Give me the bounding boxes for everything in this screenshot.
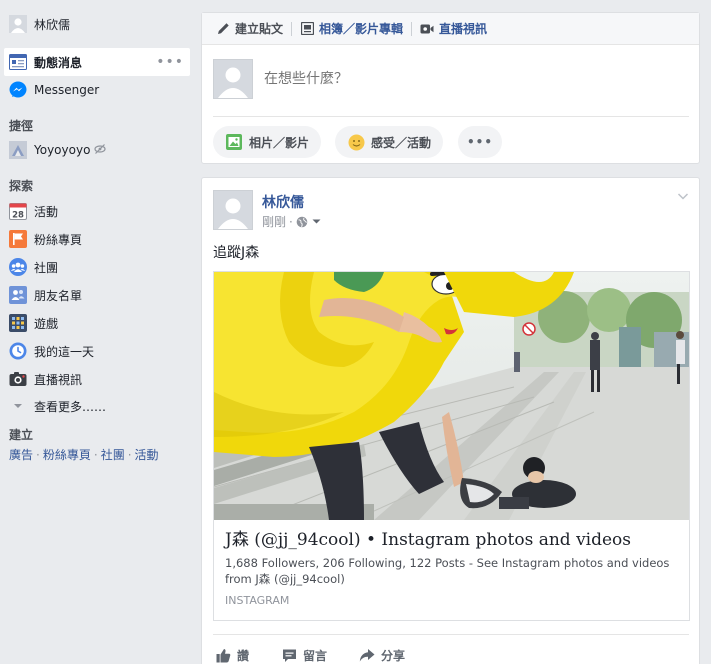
live-video-icon — [8, 369, 28, 389]
shortcut-yoyoyoyo[interactable]: Yoyoyoyo — [4, 136, 190, 164]
action-label: 分享 — [381, 648, 406, 663]
page-icon — [8, 140, 28, 160]
groups-icon — [8, 257, 28, 277]
privacy-caret-icon[interactable] — [312, 215, 321, 229]
sidebar-item-label: Messenger — [34, 83, 100, 97]
create-group-link[interactable]: 社團 — [101, 448, 125, 462]
link-description: 1,688 Followers, 206 Following, 122 Post… — [225, 556, 670, 586]
sidebar-item-label: 遊戲 — [34, 316, 59, 331]
chevron-down-icon[interactable] — [677, 190, 689, 202]
see-more-link[interactable]: 查看更多…… — [4, 392, 190, 420]
action-label: 留言 — [303, 648, 328, 663]
like-button[interactable]: 讚 — [213, 647, 249, 664]
avatar — [8, 14, 28, 34]
tab-create-post[interactable]: 建立貼文 — [210, 13, 289, 45]
flag-icon — [8, 229, 28, 249]
pill-label: 感受／活動 — [371, 135, 432, 150]
explore-header: 探索 — [9, 179, 34, 193]
create-header: 建立 — [9, 428, 34, 442]
post-author-name[interactable]: 林欣儒 — [262, 192, 304, 212]
link-preview-body[interactable]: J森 (@jj_94cool) • Instagram photos and v… — [214, 520, 689, 620]
post-actions: 讚 留言 分享 — [213, 640, 689, 664]
sidebar-item-label: 動態消息 — [34, 55, 83, 70]
status-input[interactable] — [264, 67, 684, 91]
album-icon — [300, 22, 314, 36]
sidebar-item-label: 粉絲專頁 — [34, 232, 83, 247]
post-composer: 建立貼文 相簿／影片專輯 直播視訊 在想些什麼？ 相片／影片 感受／活動 ••• — [201, 12, 700, 164]
memories-icon — [8, 341, 28, 361]
sidebar-item-games[interactable]: 遊戲 — [4, 309, 190, 337]
chevron-down-icon — [8, 396, 28, 416]
tab-label: 直播視訊 — [439, 22, 488, 36]
sidebar-item-label: 朋友名單 — [34, 288, 83, 303]
messenger-icon — [8, 80, 28, 100]
comment-button[interactable]: 留言 — [279, 647, 327, 664]
see-more-label: 查看更多…… — [34, 399, 107, 414]
create-page-link[interactable]: 粉絲專頁 — [43, 448, 91, 462]
sidebar-item-live-video[interactable]: 直播視訊 — [4, 365, 190, 393]
post-timestamp[interactable]: 剛剛 — [262, 213, 286, 230]
sidebar-item-pages[interactable]: 粉絲專頁 — [4, 225, 190, 253]
tab-label: 相簿／影片專輯 — [319, 22, 404, 36]
pencil-icon — [216, 22, 230, 36]
sidebar-item-label: 我的這一天 — [34, 344, 95, 359]
avatar[interactable] — [213, 190, 253, 230]
share-button[interactable]: 分享 — [357, 647, 405, 664]
profile-link[interactable]: 林欣儒 — [4, 10, 190, 38]
meta-separator: · — [289, 214, 293, 229]
sidebar-item-friends-list[interactable]: 朋友名單 — [4, 281, 190, 309]
create-event-link[interactable]: 活動 — [135, 448, 159, 462]
composer-tabs: 建立貼文 相簿／影片專輯 直播視訊 — [202, 13, 699, 45]
tab-live-video[interactable]: 直播視訊 — [414, 13, 493, 45]
sidebar-item-events[interactable]: 28 活動 — [4, 197, 190, 225]
sidebar-item-messenger[interactable]: Messenger — [4, 76, 190, 104]
link-preview-card[interactable]: J森 (@jj_94cool) • Instagram photos and v… — [213, 271, 690, 621]
create-links: 廣告 · 粉絲專頁 · 社團 · 活動 — [9, 448, 159, 462]
sidebar-item-on-this-day[interactable]: 我的這一天 — [4, 337, 190, 365]
profile-name: 林欣儒 — [34, 17, 71, 32]
divider — [213, 116, 689, 117]
more-options-button[interactable]: ••• — [458, 126, 502, 158]
feeling-activity-button[interactable]: 感受／活動 — [335, 126, 444, 158]
video-camera-icon — [420, 22, 434, 36]
sidebar-item-label: 活動 — [34, 204, 59, 219]
comment-icon — [281, 647, 297, 663]
sidebar-item-label: 直播視訊 — [34, 372, 83, 387]
feed-post: 林欣儒 剛剛 · 追蹤J森 J森 (@jj_94cool) • Instagra… — [201, 177, 700, 664]
friends-list-icon — [8, 285, 28, 305]
like-icon — [215, 647, 231, 663]
tab-label: 建立貼文 — [235, 22, 284, 36]
create-ad-link[interactable]: 廣告 — [9, 448, 33, 462]
shortcuts-header: 捷徑 — [9, 119, 34, 133]
pill-label: 相片／影片 — [249, 135, 310, 150]
more-options-icon[interactable]: ••• — [156, 54, 184, 70]
divider — [213, 634, 689, 635]
facebook-news-feed: 林欣儒 動態消息 ••• Messenger 捷徑 Yoyoyoyo 探索 28… — [0, 0, 711, 664]
photo-video-button[interactable]: 相片／影片 — [213, 126, 322, 158]
link-source: INSTAGRAM — [225, 594, 290, 607]
post-meta: 剛剛 · — [262, 213, 321, 230]
tab-divider — [291, 21, 293, 36]
action-label: 讚 — [237, 648, 250, 663]
sidebar-item-label: 社團 — [34, 260, 59, 275]
share-icon — [359, 647, 375, 663]
tab-album[interactable]: 相簿／影片專輯 — [294, 13, 409, 45]
globe-icon[interactable] — [296, 216, 308, 228]
hidden-eye-icon — [94, 143, 107, 158]
tab-divider — [411, 21, 413, 36]
news-feed-icon — [8, 52, 28, 72]
sidebar-item-news-feed[interactable]: 動態消息 ••• — [4, 48, 190, 76]
sidebar-item-groups[interactable]: 社團 — [4, 253, 190, 281]
avatar — [213, 59, 253, 99]
smiley-icon — [347, 133, 365, 151]
sidebar-item-label: Yoyoyoyo — [34, 143, 91, 157]
post-text: 追蹤J森 — [213, 245, 260, 261]
link-preview-image[interactable] — [214, 272, 689, 520]
games-icon — [8, 313, 28, 333]
photo-icon — [225, 133, 243, 151]
left-navigation: 林欣儒 動態消息 ••• Messenger 捷徑 Yoyoyoyo 探索 28… — [0, 0, 195, 664]
calendar-icon: 28 — [8, 201, 28, 221]
calendar-date-text: 28 — [12, 210, 24, 220]
link-title[interactable]: J森 (@jj_94cool) • Instagram photos and v… — [225, 529, 678, 551]
